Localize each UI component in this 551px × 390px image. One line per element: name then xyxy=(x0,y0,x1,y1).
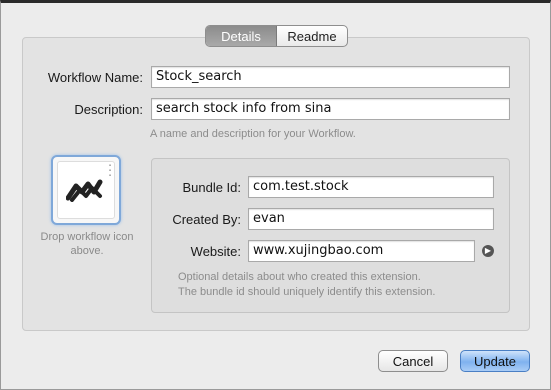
workflow-editor-window: Details Readme Workflow Name: Stock_sear… xyxy=(0,0,551,390)
update-button[interactable]: Update xyxy=(460,350,530,372)
drop-icon-hint: Drop workflow icon above. xyxy=(40,231,134,257)
created-by-field[interactable]: evan xyxy=(248,208,494,230)
icon-drop-well[interactable]: ▪ ▪ ▪ xyxy=(51,155,121,225)
workflow-name-label: Workflow Name: xyxy=(47,70,143,85)
created-by-label: Created By: xyxy=(172,212,241,227)
workflow-name-field[interactable]: Stock_search xyxy=(151,66,510,88)
tab-details[interactable]: Details xyxy=(206,26,277,46)
bundle-id-label: Bundle Id: xyxy=(182,180,241,195)
tab-switcher: Details Readme xyxy=(205,25,348,47)
name-description-hint: A name and description for your Workflow… xyxy=(150,128,356,140)
bundle-id-field[interactable]: com.test.stock xyxy=(248,176,494,198)
grip-dots-icon: ▪ ▪ ▪ xyxy=(108,163,111,179)
open-website-arrow-icon[interactable]: ▶ xyxy=(482,245,494,257)
details-hint-line1: Optional details about who created this … xyxy=(178,271,421,283)
description-field[interactable]: search stock info from sina xyxy=(151,98,510,120)
alfred-workflow-icon xyxy=(66,179,103,202)
cancel-button[interactable]: Cancel xyxy=(378,350,448,372)
website-field[interactable]: www.xujingbao.com xyxy=(248,240,475,262)
tab-readme[interactable]: Readme xyxy=(277,26,347,46)
website-label: Website: xyxy=(190,244,241,259)
details-hint-line2: The bundle id should uniquely identify t… xyxy=(178,286,436,298)
description-label: Description: xyxy=(74,102,143,117)
